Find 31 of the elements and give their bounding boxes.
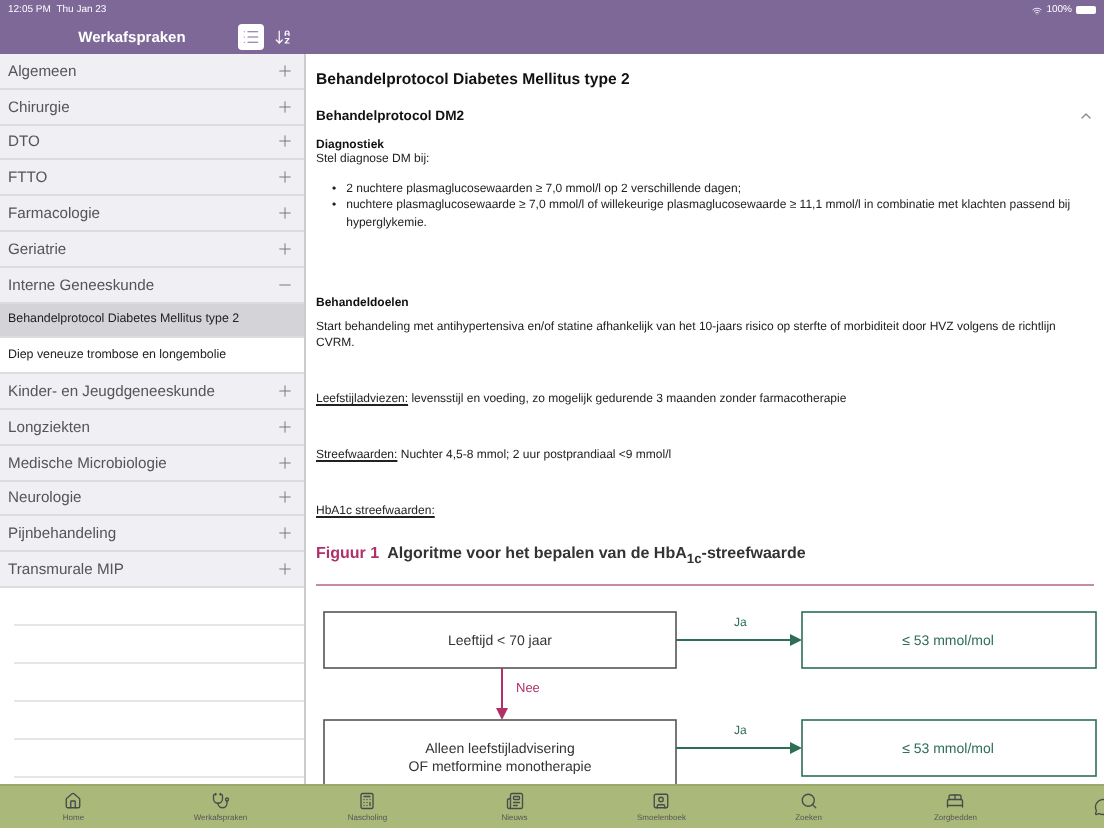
expand-icon — [276, 204, 294, 223]
sort-button[interactable] — [270, 24, 296, 50]
expand-icon — [276, 488, 294, 507]
search-icon[interactable] — [799, 792, 818, 810]
contact-icon[interactable] — [652, 792, 671, 810]
expand-icon — [276, 382, 294, 401]
news-icon[interactable] — [505, 792, 524, 810]
list-view-button[interactable] — [238, 24, 264, 50]
bed-icon[interactable] — [946, 792, 965, 810]
collapse-chevron-icon[interactable] — [1078, 108, 1094, 124]
no-arrow — [496, 666, 508, 720]
yes-arrow — [675, 633, 802, 646]
battery-icon — [1076, 6, 1096, 14]
figure-caption: Algoritme voor het bepalen van de HbA$_{1c}$-streefwaarde — [387, 544, 806, 568]
list-icon — [242, 28, 260, 46]
expand-icon — [276, 239, 294, 258]
home-icon[interactable] — [64, 792, 83, 810]
calculator-icon[interactable] — [358, 792, 377, 810]
expand-icon — [276, 97, 294, 116]
expand-icon — [276, 560, 294, 579]
sort-icon — [274, 28, 292, 46]
expand-icon — [276, 168, 294, 187]
expand-icon — [276, 524, 294, 543]
expand-icon — [276, 132, 294, 151]
expand-icon — [276, 417, 294, 436]
yes-arrow — [675, 741, 802, 754]
stethoscope-icon[interactable] — [211, 792, 230, 810]
expand-icon — [276, 61, 294, 80]
expand-icon — [276, 453, 294, 472]
figure-number: Figuur 1 — [316, 544, 380, 563]
wifi-icon — [1032, 5, 1043, 15]
